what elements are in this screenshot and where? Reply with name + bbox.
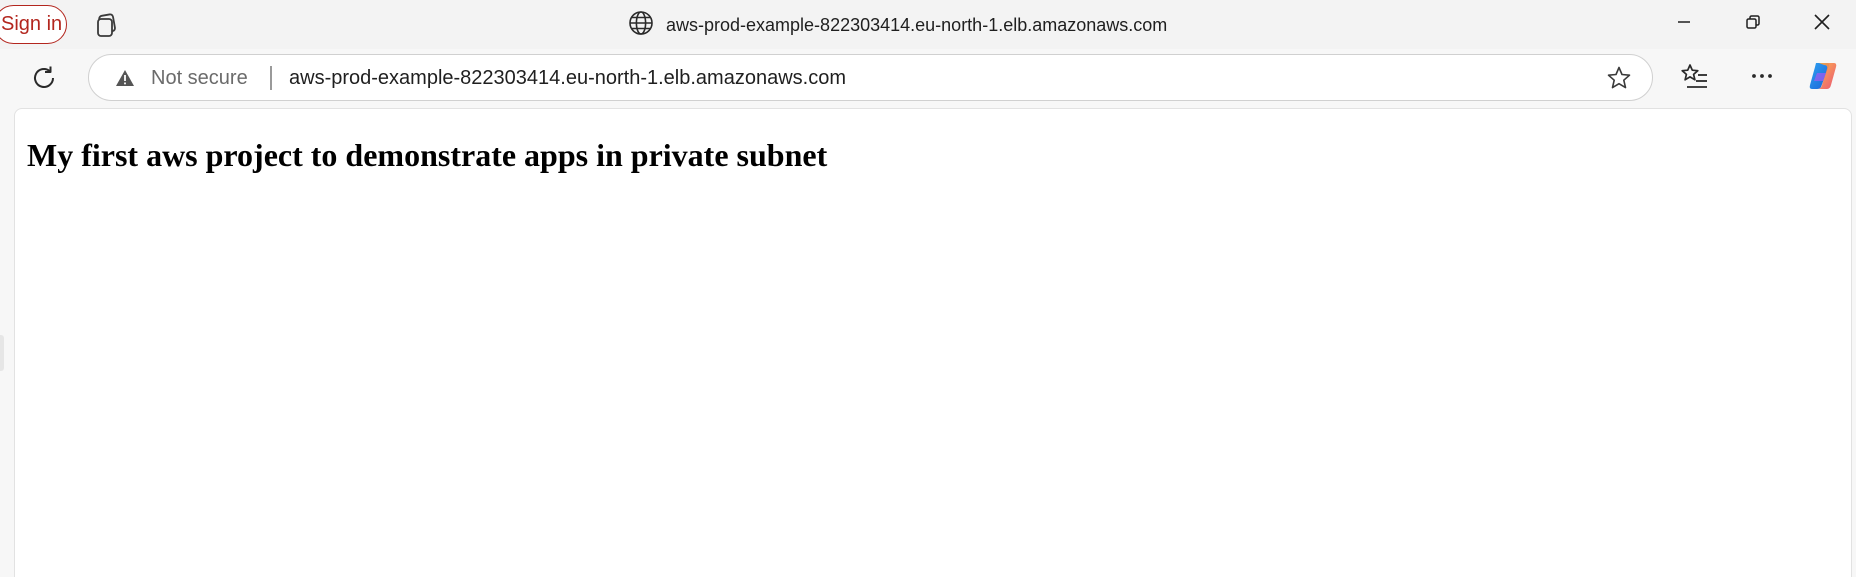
favorites-list-icon: [1680, 61, 1710, 96]
minimize-icon: [1675, 13, 1693, 36]
security-status[interactable]: Not secure: [151, 65, 248, 91]
close-icon: [1812, 12, 1832, 37]
favorites-button[interactable]: [1678, 61, 1712, 95]
warning-icon[interactable]: [115, 68, 135, 88]
restore-button[interactable]: [1730, 8, 1776, 40]
more-icon: [1749, 63, 1775, 94]
title-bar: Sign in aws-prod-example-822303414.eu-no…: [0, 0, 1856, 49]
sidebar-handle[interactable]: [0, 335, 4, 371]
address-divider: [270, 66, 272, 90]
window-title: aws-prod-example-822303414.eu-north-1.el…: [628, 10, 1167, 40]
star-icon[interactable]: [1606, 65, 1632, 91]
workspaces-icon[interactable]: [93, 11, 121, 39]
more-button[interactable]: [1745, 61, 1779, 95]
minimize-button[interactable]: [1661, 8, 1707, 40]
globe-icon: [628, 10, 654, 41]
toolbar: Not secure aws-prod-example-822303414.eu…: [0, 49, 1856, 106]
copilot-icon: [1806, 59, 1840, 98]
sign-in-button[interactable]: Sign in: [0, 5, 67, 44]
page-heading: My first aws project to demonstrate apps…: [27, 137, 828, 173]
page-content: My first aws project to demonstrate apps…: [14, 108, 1852, 577]
reload-button[interactable]: [29, 63, 59, 93]
close-button[interactable]: [1799, 8, 1845, 40]
url-text[interactable]: aws-prod-example-822303414.eu-north-1.el…: [289, 65, 846, 91]
reload-icon: [29, 66, 59, 97]
restore-icon: [1744, 13, 1762, 36]
copilot-button[interactable]: [1806, 61, 1840, 95]
page-title: aws-prod-example-822303414.eu-north-1.el…: [666, 14, 1168, 35]
address-bar[interactable]: Not secure aws-prod-example-822303414.eu…: [88, 54, 1653, 101]
